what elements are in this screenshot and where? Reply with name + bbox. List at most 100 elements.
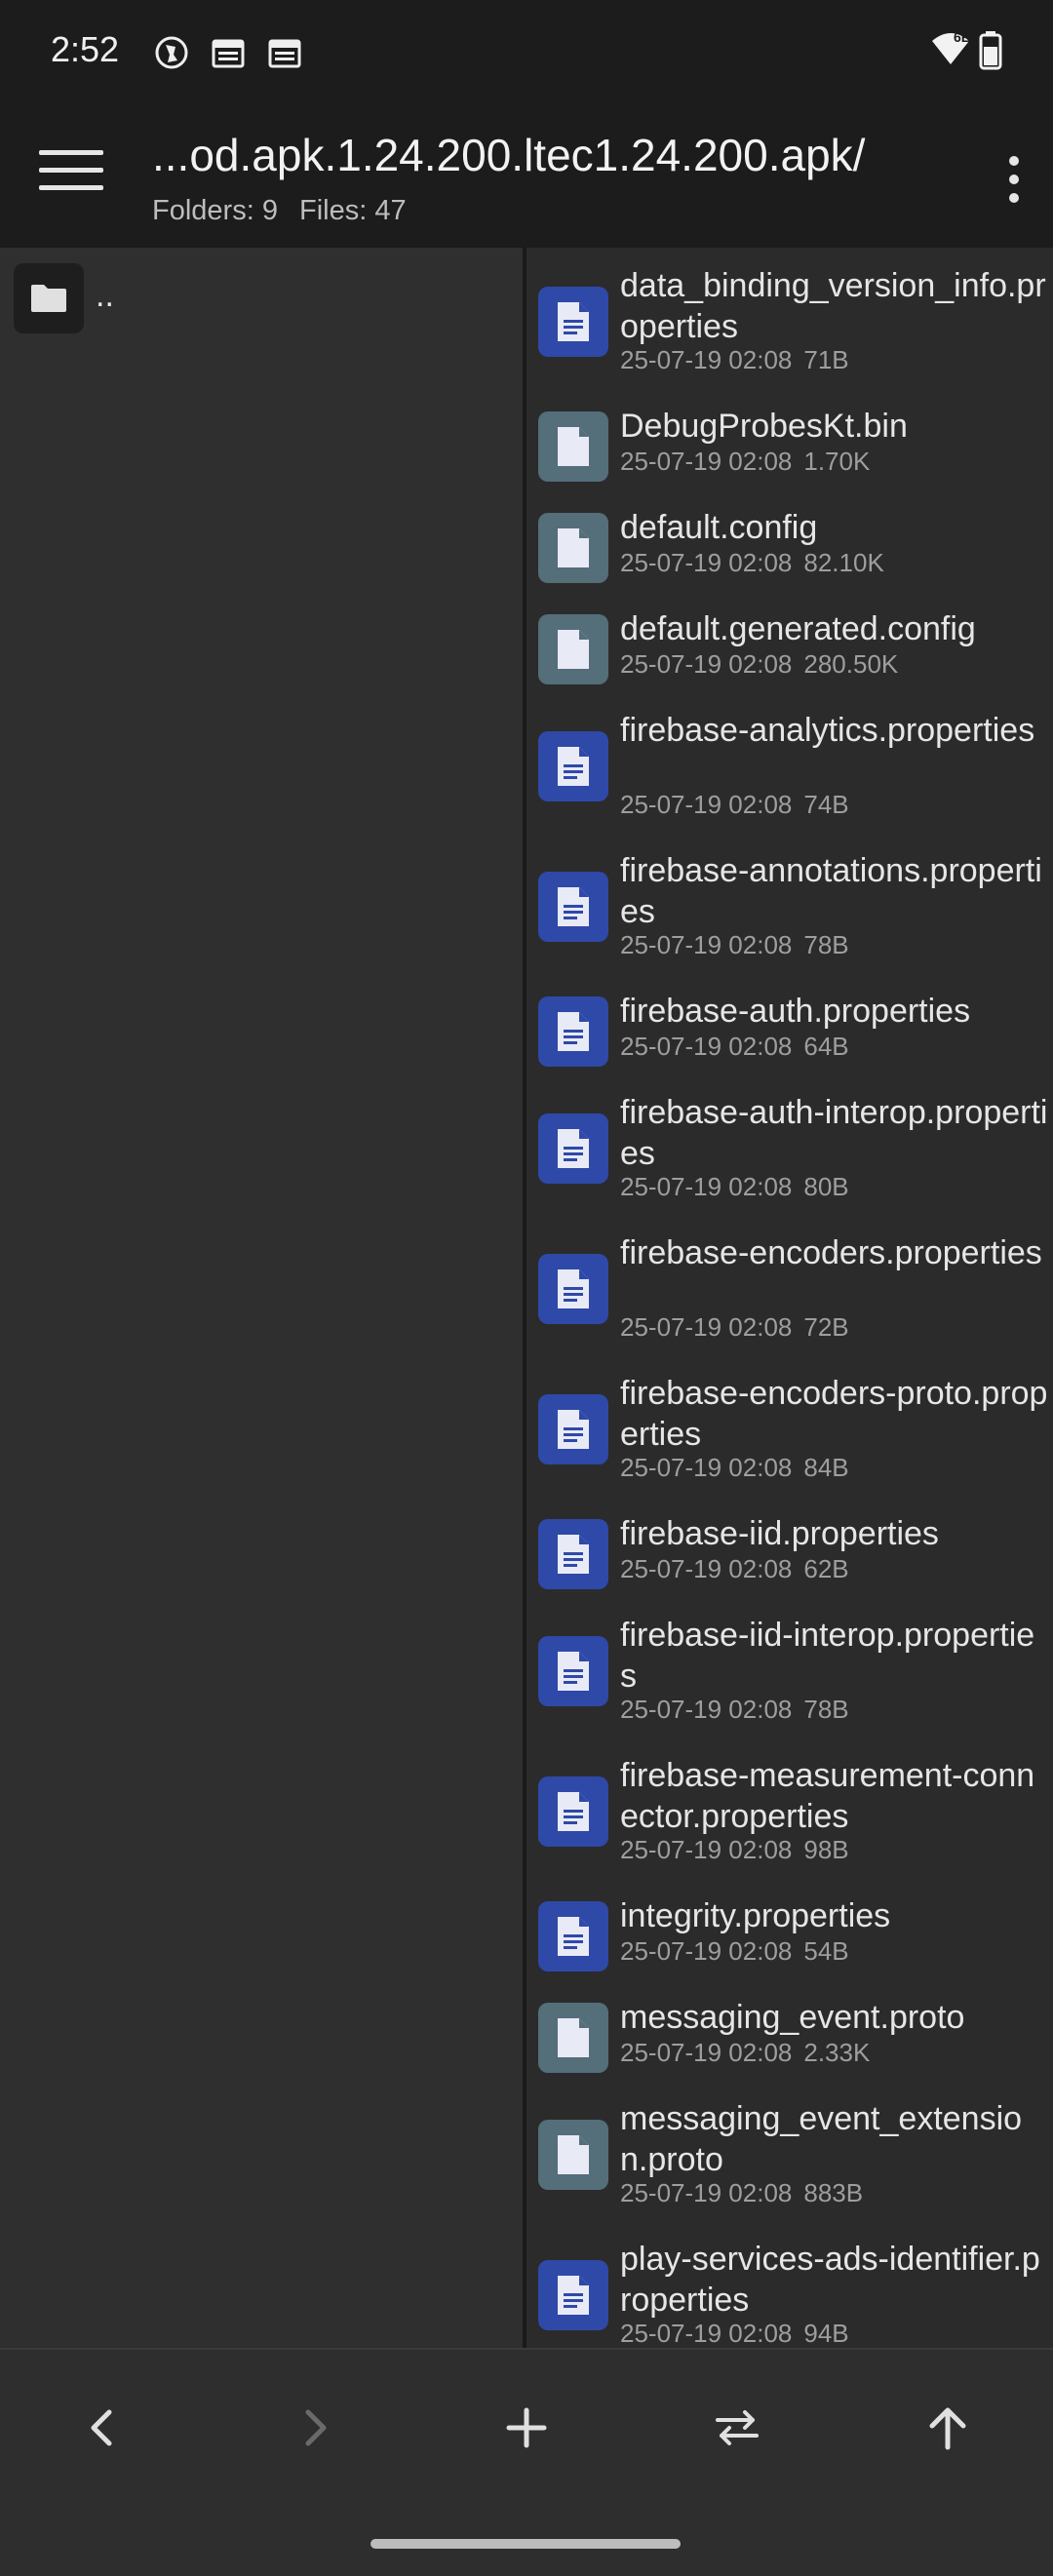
swap-icon[interactable] xyxy=(708,2399,766,2457)
file-list-item[interactable]: firebase-analytics.properties 25-07-19 02… xyxy=(526,700,1053,840)
file-date: 25-07-19 02:08 xyxy=(620,790,793,819)
file-date: 25-07-19 02:08 xyxy=(620,345,793,374)
file-date: 25-07-19 02:08 xyxy=(620,2178,793,2207)
add-icon[interactable] xyxy=(497,2399,556,2457)
file-meta: 25-07-19 02:08 94B xyxy=(620,2319,861,2348)
file-list-item[interactable]: firebase-annotations.properties 25-07-19 … xyxy=(526,840,1053,981)
parent-folder-button[interactable] xyxy=(14,263,84,333)
text-file-icon xyxy=(538,1776,608,1847)
file-date: 25-07-19 02:08 xyxy=(620,649,793,679)
file-name: firebase-iid.properties xyxy=(620,1515,939,1552)
parent-folder-label: .. xyxy=(96,277,114,314)
file-meta: 25-07-19 02:08 78B xyxy=(620,1695,861,1725)
file-meta: 25-07-19 02:08 883B xyxy=(620,2178,875,2208)
file-meta: 25-07-19 02:08 1.70K xyxy=(620,447,881,477)
file-meta: 25-07-19 02:08 84B xyxy=(620,1453,861,1483)
generic-file-icon xyxy=(538,614,608,684)
file-list-item[interactable]: DebugProbesKt.bin 25-07-19 02:08 1.70K xyxy=(526,396,1053,497)
left-pane xyxy=(0,248,523,2348)
file-size: 94B xyxy=(803,2319,849,2348)
file-size: 80B xyxy=(803,1172,849,1201)
file-list-item[interactable]: firebase-encoders.properties 25-07-19 02:… xyxy=(526,1223,1053,1363)
battery-icon xyxy=(979,31,1002,70)
file-meta: 25-07-19 02:08 72B xyxy=(620,1312,861,1343)
text-file-icon xyxy=(538,731,608,801)
back-arrow-icon[interactable] xyxy=(74,2399,133,2457)
file-date: 25-07-19 02:08 xyxy=(620,1172,793,1201)
file-list-item[interactable]: data_binding_version_info.properties 25-0… xyxy=(526,255,1053,396)
file-date: 25-07-19 02:08 xyxy=(620,447,793,476)
file-meta: 25-07-19 02:08 71B xyxy=(620,345,861,375)
folder-icon xyxy=(31,285,66,312)
file-name: firebase-encoders.properties xyxy=(620,1234,1042,1271)
file-name: data_binding_version_info.properties xyxy=(620,267,1046,345)
file-name: firebase-measurement-connector.propertie… xyxy=(620,1757,1035,1835)
text-file-icon xyxy=(538,1519,608,1589)
app-bar: ...od.apk.1.24.200.ltec1.24.200.apk/ Fol… xyxy=(0,105,1053,248)
file-size: 280.50K xyxy=(803,649,899,679)
file-name: firebase-auth.properties xyxy=(620,993,971,1030)
file-list-item[interactable]: messaging_event.proto 25-07-19 02:08 2.33K xyxy=(526,1987,1053,2088)
text-file-icon xyxy=(538,1113,608,1184)
forward-arrow-icon[interactable] xyxy=(285,2399,343,2457)
file-list-item[interactable]: default.generated.config 25-07-19 02:08 28… xyxy=(526,599,1053,700)
file-meta: 25-07-19 02:08 2.33K xyxy=(620,2038,881,2068)
file-size: 62B xyxy=(803,1554,849,1583)
folders-count: Folders: 9 xyxy=(152,195,278,226)
text-file-icon xyxy=(538,1901,608,1971)
file-list-item[interactable]: firebase-iid.properties 25-07-19 02:08 62B xyxy=(526,1503,1053,1605)
text-file-icon xyxy=(538,287,608,357)
file-name: play-services-ads-identifier.properties xyxy=(620,2241,1040,2319)
up-arrow-icon[interactable] xyxy=(918,2399,977,2457)
generic-file-icon xyxy=(538,2003,608,2073)
status-bar: 2:52 6E xyxy=(0,0,1053,105)
file-size: 54B xyxy=(803,1936,849,1966)
file-meta: 25-07-19 02:08 98B xyxy=(620,1835,861,1865)
status-time: 2:52 xyxy=(51,29,120,69)
file-name: default.generated.config xyxy=(620,610,976,647)
file-name: firebase-analytics.properties xyxy=(620,712,1035,749)
file-meta: 25-07-19 02:08 82.10K xyxy=(620,548,896,578)
file-size: 883B xyxy=(803,2178,864,2207)
file-list-item[interactable]: play-services-ads-identifier.properties 2… xyxy=(526,2229,1053,2348)
file-name: integrity.properties xyxy=(620,1897,891,1934)
file-size: 1.70K xyxy=(803,447,871,476)
file-list-item[interactable]: firebase-encoders-proto.properties 25-07-… xyxy=(526,1363,1053,1503)
file-size: 71B xyxy=(803,345,849,374)
more-options-icon[interactable] xyxy=(1004,156,1024,215)
text-file-icon xyxy=(538,872,608,942)
file-list-item[interactable]: firebase-auth-interop.properties 25-07-19… xyxy=(526,1082,1053,1223)
vpn-globe-icon xyxy=(155,36,188,69)
home-indicator[interactable] xyxy=(370,2539,681,2549)
folder-file-count: Folders: 9 Files: 47 xyxy=(152,195,420,227)
file-list-item[interactable]: messaging_event_extension.proto 25-07-19 … xyxy=(526,2088,1053,2229)
files-count: Files: 47 xyxy=(299,195,407,226)
file-date: 25-07-19 02:08 xyxy=(620,1695,793,1724)
file-name: firebase-annotations.properties xyxy=(620,852,1042,930)
file-meta: 25-07-19 02:08 280.50K xyxy=(620,649,910,680)
file-list-item[interactable]: integrity.properties 25-07-19 02:08 54B xyxy=(526,1886,1053,1987)
file-date: 25-07-19 02:08 xyxy=(620,1835,793,1864)
file-size: 78B xyxy=(803,1695,849,1724)
file-date: 25-07-19 02:08 xyxy=(620,1312,793,1342)
file-size: 82.10K xyxy=(803,548,884,577)
file-size: 64B xyxy=(803,1032,849,1061)
file-list-item[interactable]: firebase-measurement-connector.propertie… xyxy=(526,1745,1053,1886)
hamburger-menu-icon[interactable] xyxy=(39,150,103,201)
network-label: 6E xyxy=(954,29,971,45)
file-size: 78B xyxy=(803,930,849,959)
file-meta: 25-07-19 02:08 78B xyxy=(620,930,861,960)
file-size: 84B xyxy=(803,1453,849,1482)
file-name: default.config xyxy=(620,509,818,546)
file-list-item[interactable]: firebase-auth.properties 25-07-19 02:08 64… xyxy=(526,981,1053,1082)
file-list-item[interactable]: firebase-iid-interop.properties 25-07-19 … xyxy=(526,1605,1053,1745)
file-list-item[interactable]: default.config 25-07-19 02:08 82.10K xyxy=(526,497,1053,599)
calendar-icon xyxy=(268,39,301,68)
file-name: firebase-auth-interop.properties xyxy=(620,1094,1048,1172)
file-size: 74B xyxy=(803,790,849,819)
bottom-toolbar xyxy=(0,2348,1053,2576)
file-size: 72B xyxy=(803,1312,849,1342)
file-meta: 25-07-19 02:08 54B xyxy=(620,1936,861,1967)
text-file-icon xyxy=(538,996,608,1067)
file-meta: 25-07-19 02:08 62B xyxy=(620,1554,861,1584)
